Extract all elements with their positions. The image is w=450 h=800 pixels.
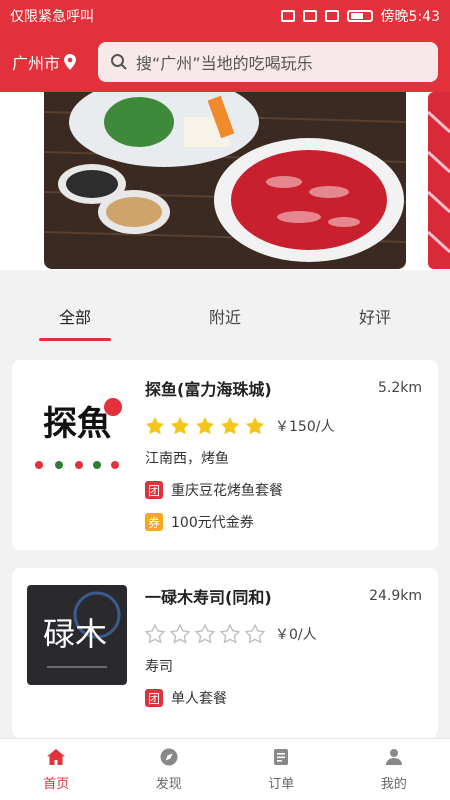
avg-price: ￥150/人: [275, 419, 335, 435]
nav-label: 订单: [268, 777, 295, 792]
tab-all[interactable]: 全部: [0, 290, 150, 345]
star-empty-icon: [220, 624, 240, 644]
deal-text: 单人套餐: [171, 691, 227, 707]
vibrate-icon: [302, 10, 317, 22]
shop-info: 一碌木寿司(同和) 24.9km ￥0/人 寿司 团 单人套餐: [145, 584, 422, 708]
nav-label: 我的: [380, 777, 407, 792]
svg-text:探魚: 探魚: [43, 404, 111, 444]
location-pin-icon: [64, 54, 77, 70]
star-empty-icon: [245, 624, 265, 644]
star-empty-icon: [145, 624, 165, 644]
deal-item[interactable]: 团 重庆豆花烤鱼套餐: [145, 480, 422, 500]
group-buy-badge: 团: [145, 481, 163, 499]
banner-next-preview[interactable]: [428, 92, 450, 269]
star-empty-icon: [195, 624, 215, 644]
city-label: 广州市: [12, 54, 61, 73]
nav-profile[interactable]: 我的: [338, 739, 450, 800]
star-filled-icon: [246, 417, 264, 435]
wifi-icon: [324, 10, 339, 22]
deal-item[interactable]: 券 100元代金券: [145, 512, 422, 532]
nav-label: 发现: [155, 777, 182, 792]
deal-item[interactable]: 团 单人套餐: [145, 688, 422, 708]
svg-text:碌木: 碌木: [43, 615, 107, 653]
compass-icon: [160, 748, 178, 766]
deal-text: 重庆豆花烤鱼套餐: [171, 483, 283, 499]
shop-card[interactable]: 探魚 探鱼(富力海珠城) 5.2km ￥150/人 江南西，烤鱼 团 重庆豆花烤…: [12, 360, 438, 550]
tab-top-rated[interactable]: 好评: [300, 290, 450, 345]
user-icon: [385, 749, 402, 765]
tab-nearby[interactable]: 附近: [150, 290, 300, 345]
nav-label: 首页: [43, 777, 70, 792]
star-filled-icon: [221, 417, 239, 435]
order-icon: [274, 749, 289, 765]
banner-carousel[interactable]: [0, 92, 450, 270]
group-buy-badge: 团: [145, 689, 163, 707]
tab-label: 附近: [208, 308, 241, 327]
app-header: 广州市 搜“广州”当地的吃喝玩乐: [0, 32, 450, 92]
deal-text: 100元代金券: [171, 515, 254, 531]
filter-tabs: 全部 附近 好评: [0, 290, 450, 345]
status-bar: 仅限紧急呼叫 傍晚5:43: [0, 0, 450, 32]
city-selector[interactable]: 广州市: [12, 50, 92, 74]
shop-card[interactable]: 碌木 一碌木寿司(同和) 24.9km ￥0/人 寿司 团 单人套餐: [12, 568, 438, 738]
banner-image-hotpot[interactable]: [44, 92, 406, 269]
shop-info: 探鱼(富力海珠城) 5.2km ￥150/人 江南西，烤鱼 团 重庆豆花烤鱼套餐…: [145, 376, 422, 532]
bottom-nav: 首页 发现 订单 我的: [0, 738, 450, 800]
tab-label: 好评: [358, 308, 391, 327]
status-right: 傍晚5:43: [280, 6, 440, 26]
search-icon: [111, 54, 127, 70]
shop-logo: 碌木: [27, 585, 127, 685]
shop-distance: 24.9km: [369, 588, 422, 604]
search-bar[interactable]: 搜“广州”当地的吃喝玩乐: [98, 42, 438, 82]
star-filled-icon: [146, 417, 164, 435]
coupon-badge: 券: [145, 513, 163, 531]
star-filled-icon: [196, 417, 214, 435]
shop-name: 探鱼(富力海珠城): [145, 380, 272, 399]
status-time: 傍晚5:43: [380, 9, 440, 25]
nav-orders[interactable]: 订单: [225, 739, 338, 800]
star-empty-icon: [170, 624, 190, 644]
nfc-icon: [280, 10, 295, 22]
shop-logo: 探魚: [27, 377, 127, 477]
nav-home[interactable]: 首页: [0, 739, 113, 800]
rating-stars: [145, 624, 265, 644]
home-icon: [47, 749, 66, 765]
status-left-text: 仅限紧急呼叫: [10, 9, 94, 25]
tab-label: 全部: [58, 308, 91, 327]
nav-discover[interactable]: 发现: [113, 739, 226, 800]
shop-tags: 寿司: [145, 659, 173, 675]
avg-price: ￥0/人: [275, 627, 317, 643]
shop-name: 一碌木寿司(同和): [145, 588, 272, 607]
shop-distance: 5.2km: [377, 380, 422, 396]
search-placeholder: 搜“广州”当地的吃喝玩乐: [136, 54, 313, 73]
battery-icon: [346, 10, 373, 22]
shop-tags: 江南西，烤鱼: [145, 451, 229, 467]
star-filled-icon: [171, 417, 189, 435]
active-tab-indicator: [39, 338, 111, 341]
rating-stars: [145, 416, 265, 436]
